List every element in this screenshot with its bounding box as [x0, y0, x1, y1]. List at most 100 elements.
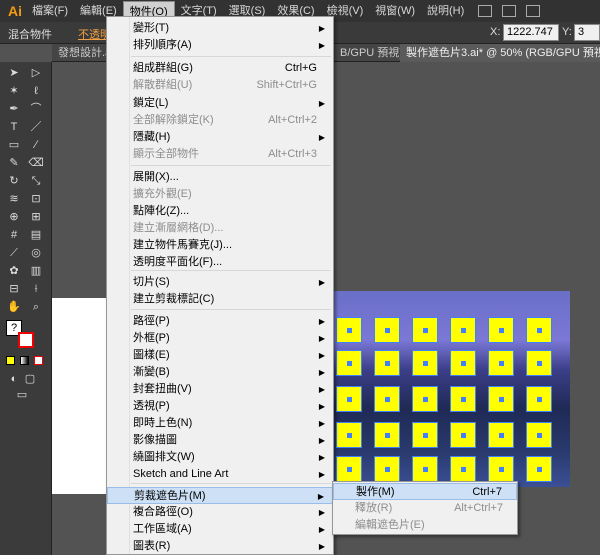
object-menu-item[interactable]: 漸變(B) ▶	[107, 364, 333, 381]
object-menu-item[interactable]: 排列順序(A) ▶	[107, 37, 333, 54]
color-mode-icon[interactable]	[6, 356, 15, 365]
yellow-square-shape[interactable]	[488, 386, 514, 412]
object-menu-item[interactable]: 外框(P) ▶	[107, 330, 333, 347]
yellow-square-shape[interactable]	[526, 350, 552, 376]
lasso-icon[interactable]: ℓ	[28, 84, 44, 98]
gradient-mode-icon[interactable]	[20, 356, 29, 365]
yellow-square-shape[interactable]	[450, 422, 476, 448]
shaper-icon[interactable]: ✎	[6, 156, 22, 170]
yellow-square-shape[interactable]	[336, 350, 362, 376]
yellow-square-shape[interactable]	[336, 422, 362, 448]
hand-tool-icon[interactable]: ✋	[6, 300, 22, 314]
x-field[interactable]: 1222.747	[503, 24, 559, 41]
object-menu-item[interactable]: 影像描圖 ▶	[107, 432, 333, 449]
object-menu-item[interactable]: 路徑(P) ▶	[107, 313, 333, 330]
yellow-square-shape[interactable]	[526, 456, 552, 482]
free-transform-icon[interactable]: ⊡	[28, 192, 44, 206]
gradient-icon[interactable]: ▤	[28, 228, 44, 242]
width-tool-icon[interactable]: ≋	[6, 192, 22, 206]
yellow-square-shape[interactable]	[412, 386, 438, 412]
rectangle-tool-icon[interactable]: ▭	[6, 138, 22, 152]
yellow-square-shape[interactable]	[526, 317, 552, 343]
object-menu-item[interactable]: 變形(T) ▶	[107, 20, 333, 37]
yellow-square-shape[interactable]	[450, 317, 476, 343]
object-menu-item[interactable]: 切片(S) ▶	[107, 274, 333, 291]
object-menu-item[interactable]: 透視(P) ▶	[107, 398, 333, 415]
object-menu-item[interactable]: 擴充外觀(E)	[107, 186, 333, 203]
curvature-icon[interactable]: ⌒	[28, 102, 44, 116]
yellow-square-shape[interactable]	[488, 350, 514, 376]
object-menu-item[interactable]: 繞圖排文(W) ▶	[107, 449, 333, 466]
object-menu-item[interactable]: 展開(X)...	[107, 169, 333, 186]
direct-selection-icon[interactable]: ▷	[28, 66, 44, 80]
artboard-tool-icon[interactable]: ⊟	[6, 282, 22, 296]
screen-mode-icon[interactable]: ▭	[14, 388, 30, 402]
object-menu-item[interactable]: 即時上色(N) ▶	[107, 415, 333, 432]
yellow-square-shape[interactable]	[374, 456, 400, 482]
clipping-submenu-item[interactable]: 製作(M) Ctrl+7	[333, 483, 517, 500]
object-menu-item[interactable]: 鎖定(L) ▶	[107, 95, 333, 112]
selection-tool-icon[interactable]: ➤	[6, 66, 22, 80]
object-menu-item[interactable]: 複合路徑(O) ▶	[107, 504, 333, 521]
yellow-square-shape[interactable]	[374, 422, 400, 448]
column-graph-icon[interactable]: ▥	[28, 264, 44, 278]
object-menu-item[interactable]: 建立剪裁標記(C)	[107, 291, 333, 308]
shape-builder-icon[interactable]: ⊕	[6, 210, 22, 224]
clipping-submenu-item[interactable]: 編輯遮色片(E)	[333, 517, 517, 534]
tab-document-3[interactable]: 製作遮色片3.ai* @ 50% (RGB/GPU 預視)	[400, 44, 600, 62]
object-menu-item[interactable]: 圖樣(E) ▶	[107, 347, 333, 364]
yellow-square-shape[interactable]	[374, 317, 400, 343]
object-menu-item[interactable]: 封套扭曲(V) ▶	[107, 381, 333, 398]
stroke-swatch-icon[interactable]	[18, 332, 34, 348]
eraser-icon[interactable]: ⌫	[28, 156, 44, 170]
paintbrush-icon[interactable]: ∕	[28, 138, 44, 152]
object-menu-item[interactable]: 圖表(R) ▶	[107, 538, 333, 555]
yellow-square-shape[interactable]	[526, 422, 552, 448]
type-tool-icon[interactable]: T	[6, 120, 22, 134]
send-icon[interactable]	[526, 5, 541, 17]
object-menu-item[interactable]: 建立漸層網格(D)...	[107, 220, 333, 237]
yellow-square-shape[interactable]	[336, 317, 362, 343]
object-menu-item[interactable]: Sketch and Line Art ▶	[107, 466, 333, 483]
yellow-square-shape[interactable]	[488, 317, 514, 343]
pen-tool-icon[interactable]: ✒	[6, 102, 22, 116]
none-mode-icon[interactable]	[34, 356, 43, 365]
menu-file[interactable]: 檔案(F)	[26, 1, 74, 21]
object-menu-item[interactable]: 建立物件馬賽克(J)...	[107, 237, 333, 254]
object-menu-item[interactable]: 剪裁遮色片(M) ▶	[107, 487, 333, 504]
yellow-square-shape[interactable]	[374, 386, 400, 412]
object-menu-item[interactable]: 組成群組(G) Ctrl+G	[107, 60, 333, 77]
scale-icon[interactable]: ⤡	[28, 174, 44, 188]
symbol-sprayer-icon[interactable]: ✿	[6, 264, 22, 278]
bridge-icon[interactable]	[478, 5, 493, 17]
yellow-square-shape[interactable]	[336, 386, 362, 412]
blend-icon[interactable]: ◎	[28, 246, 44, 260]
object-menu-item[interactable]: 工作區域(A) ▶	[107, 521, 333, 538]
yellow-square-shape[interactable]	[450, 386, 476, 412]
line-tool-icon[interactable]: ／	[28, 120, 44, 134]
arrange-documents-icon[interactable]	[502, 5, 517, 17]
object-menu-item[interactable]: 點陣化(Z)...	[107, 203, 333, 220]
menu-window[interactable]: 視窗(W)	[369, 1, 421, 21]
y-field[interactable]: 3	[574, 24, 600, 41]
slice-tool-icon[interactable]: ⟊	[28, 282, 44, 296]
clipping-submenu-item[interactable]: 釋放(R) Alt+Ctrl+7	[333, 500, 517, 517]
mesh-icon[interactable]: #	[6, 228, 22, 242]
yellow-square-shape[interactable]	[412, 422, 438, 448]
draw-mode-icon[interactable]: ◐	[6, 372, 22, 386]
rotate-icon[interactable]: ↻	[6, 174, 22, 188]
eyedropper-icon[interactable]: ⟋	[6, 246, 22, 260]
yellow-square-shape[interactable]	[412, 456, 438, 482]
yellow-square-shape[interactable]	[488, 422, 514, 448]
object-menu-item[interactable]: 透明度平面化(F)...	[107, 254, 333, 271]
object-menu-item[interactable]: 解散群組(U) Shift+Ctrl+G	[107, 77, 333, 94]
yellow-square-shape[interactable]	[412, 350, 438, 376]
perspective-icon[interactable]: ⊞	[28, 210, 44, 224]
object-menu-item[interactable]: 隱藏(H) ▶	[107, 129, 333, 146]
yellow-square-shape[interactable]	[450, 350, 476, 376]
yellow-square-shape[interactable]	[450, 456, 476, 482]
zoom-tool-icon[interactable]: ⌕	[28, 300, 44, 314]
menu-help[interactable]: 說明(H)	[421, 1, 470, 21]
object-menu-item[interactable]: 顯示全部物件 Alt+Ctrl+3	[107, 146, 333, 163]
object-menu-item[interactable]: 全部解除鎖定(K) Alt+Ctrl+2	[107, 112, 333, 129]
